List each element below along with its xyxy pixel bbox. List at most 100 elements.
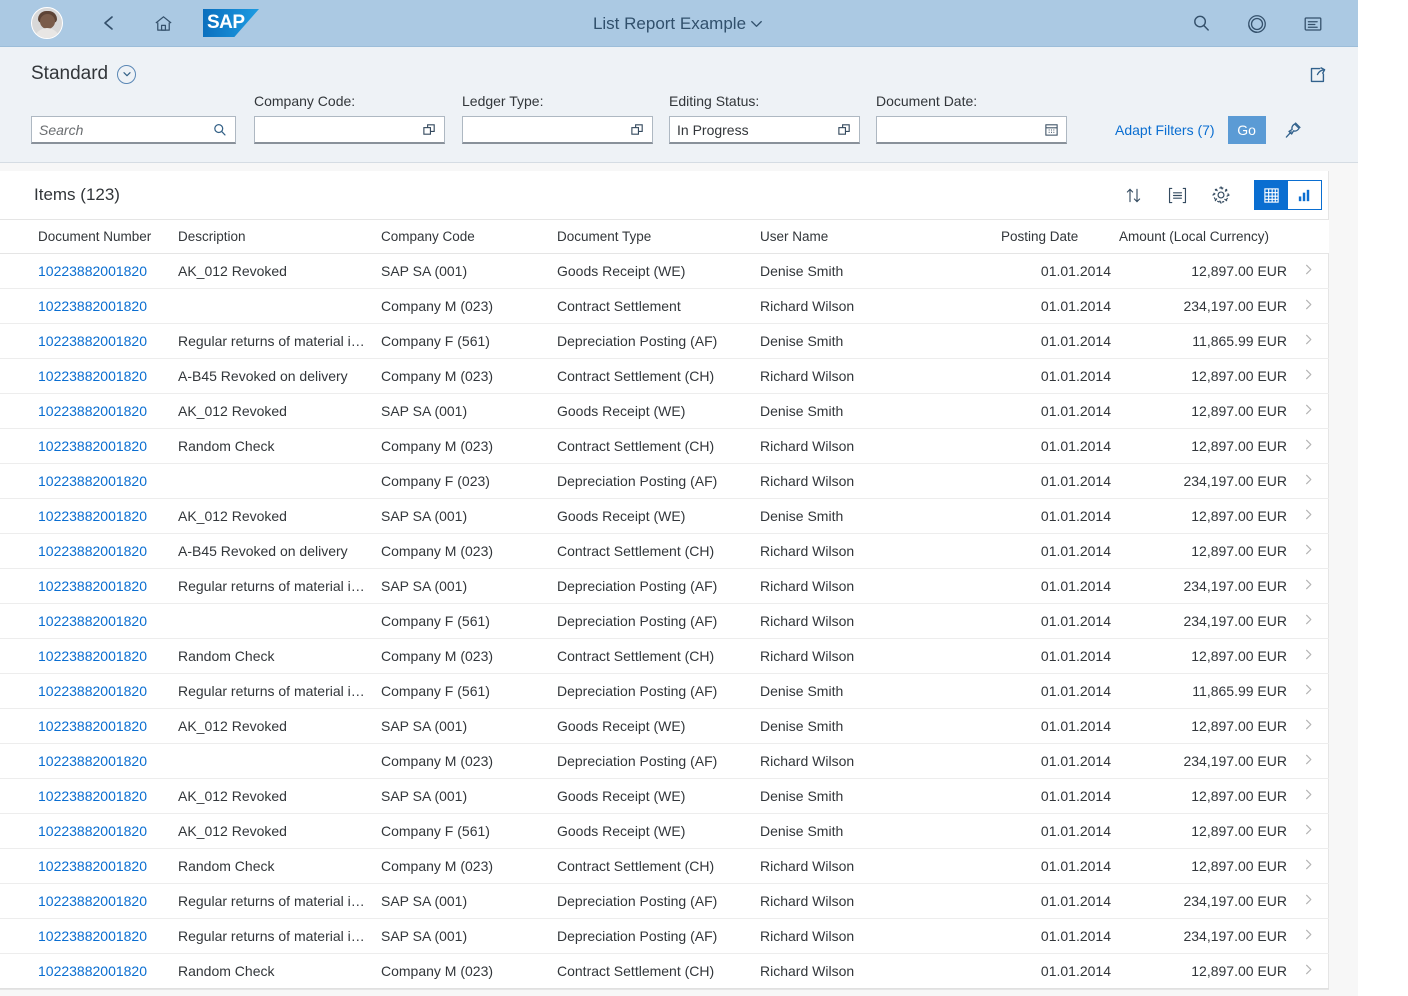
table-row[interactable]: 10223882001820 Regular returns of materia… [0,918,1329,954]
cell-navigation [1295,848,1329,884]
table-row[interactable]: 10223882001820 Random Check Company M (023… [0,428,1329,464]
document-number-link[interactable]: 10223882001820 [38,613,147,629]
chevron-right-icon[interactable] [1302,438,1315,451]
chevron-right-icon[interactable] [1302,613,1315,626]
column-header-amount[interactable]: Amount (Local Currency) [1119,219,1295,254]
value-help-icon[interactable] [422,122,437,137]
chevron-right-icon[interactable] [1302,928,1315,941]
search-icon[interactable] [1185,8,1217,40]
editing-status-field[interactable]: In Progress [669,116,860,144]
avatar[interactable] [31,7,63,39]
chevron-right-icon[interactable] [1302,893,1315,906]
pin-icon[interactable] [1279,116,1307,144]
table-row[interactable]: 10223882001820 Regular returns of materia… [0,568,1329,604]
table-row[interactable]: 10223882001820 AK_012 Revoked SAP SA (001)… [0,708,1329,744]
table-row[interactable]: 10223882001820 Company M (023) Contract Se… [0,288,1329,324]
home-icon[interactable] [147,7,179,39]
chevron-right-icon[interactable] [1302,333,1315,346]
document-number-link[interactable]: 10223882001820 [38,683,147,699]
document-number-link[interactable]: 10223882001820 [38,648,147,664]
column-header-company-code[interactable]: Company Code [381,219,557,254]
sap-logo[interactable]: SAP [203,9,259,37]
document-date-field[interactable] [876,116,1067,144]
document-number-link[interactable]: 10223882001820 [38,263,147,279]
table-view-icon[interactable] [1255,181,1288,209]
table-row[interactable]: 10223882001820 AK_012 Revoked SAP SA (001)… [0,393,1329,429]
calendar-icon[interactable] [1044,122,1059,137]
column-header-posting-date[interactable]: Posting Date [1001,219,1119,254]
variant-title[interactable]: Standard [31,63,108,85]
chevron-right-icon[interactable] [1302,298,1315,311]
table-row[interactable]: 10223882001820 AK_012 Revoked SAP SA (001)… [0,778,1329,814]
chevron-right-icon[interactable] [1302,543,1315,556]
document-number-link[interactable]: 10223882001820 [38,438,147,454]
document-number-link[interactable]: 10223882001820 [38,928,147,944]
column-header-document-type[interactable]: Document Type [557,219,760,254]
chevron-right-icon[interactable] [1302,578,1315,591]
group-icon[interactable] [1164,182,1190,208]
table-row[interactable]: 10223882001820 A-B45 Revoked on delivery C… [0,358,1329,394]
column-header-document-number[interactable]: Document Number [0,219,178,254]
search-icon[interactable] [212,122,228,138]
chevron-right-icon[interactable] [1302,823,1315,836]
chevron-right-icon[interactable] [1302,858,1315,871]
sort-icon[interactable] [1120,182,1146,208]
chevron-right-icon[interactable] [1302,473,1315,486]
go-button[interactable]: Go [1227,116,1266,144]
document-number-link[interactable]: 10223882001820 [38,893,147,909]
document-number-link[interactable]: 10223882001820 [38,578,147,594]
search-input[interactable]: Search [31,116,236,144]
company-code-field[interactable] [254,116,445,144]
document-number-link[interactable]: 10223882001820 [38,368,147,384]
document-number-link[interactable]: 10223882001820 [38,403,147,419]
table-row[interactable]: 10223882001820 A-B45 Revoked on delivery C… [0,533,1329,569]
adapt-filters-button[interactable]: Adapt Filters (7) [1115,122,1215,138]
table-row[interactable]: 10223882001820 AK_012 Revoked SAP SA (001)… [0,498,1329,534]
document-number-link[interactable]: 10223882001820 [38,823,147,839]
table-row[interactable]: 10223882001820 Regular returns of materia… [0,673,1329,709]
table-row[interactable]: 10223882001820 AK_012 Revoked Company F (5… [0,813,1329,849]
table-row[interactable]: 10223882001820 Company M (023) Depreciatio… [0,743,1329,779]
table-row[interactable]: 10223882001820 Company F (561) Depreciatio… [0,603,1329,639]
table-row[interactable]: 10223882001820 Company F (023) Depreciatio… [0,463,1329,499]
document-number-link[interactable]: 10223882001820 [38,788,147,804]
document-number-link[interactable]: 10223882001820 [38,543,147,559]
table-row[interactable]: 10223882001820 Random Check Company M (023… [0,848,1329,884]
chevron-right-icon[interactable] [1302,648,1315,661]
document-number-link[interactable]: 10223882001820 [38,963,147,979]
chevron-right-icon[interactable] [1302,718,1315,731]
document-number-link[interactable]: 10223882001820 [38,508,147,524]
back-arrow-icon[interactable] [93,7,125,39]
document-number-link[interactable]: 10223882001820 [38,753,147,769]
column-header-user-name[interactable]: User Name [760,219,1001,254]
share-icon[interactable] [1303,61,1331,89]
table-row[interactable]: 10223882001820 AK_012 Revoked SAP SA (001)… [0,253,1329,289]
document-number-link[interactable]: 10223882001820 [38,298,147,314]
value-help-icon[interactable] [837,122,852,137]
document-number-link[interactable]: 10223882001820 [38,858,147,874]
chevron-right-icon[interactable] [1302,753,1315,766]
chevron-right-icon[interactable] [1302,683,1315,696]
chevron-right-icon[interactable] [1302,263,1315,276]
ledger-type-field[interactable] [462,116,653,144]
table-row[interactable]: 10223882001820 Regular returns of materia… [0,883,1329,919]
table-row[interactable]: 10223882001820 Random Check Company M (023… [0,638,1329,674]
document-number-link[interactable]: 10223882001820 [38,333,147,349]
chevron-right-icon[interactable] [1302,403,1315,416]
chevron-right-icon[interactable] [1302,963,1315,976]
document-number-link[interactable]: 10223882001820 [38,718,147,734]
column-header-description[interactable]: Description [178,219,381,254]
product-switch-icon[interactable] [1297,8,1329,40]
gear-icon[interactable] [1208,182,1234,208]
chevron-right-icon[interactable] [1302,508,1315,521]
copilot-icon[interactable] [1241,8,1273,40]
chart-view-icon[interactable] [1288,181,1321,209]
table-row[interactable]: 10223882001820 Random Check Company M (023… [0,953,1329,989]
chevron-right-icon[interactable] [1302,788,1315,801]
table-row[interactable]: 10223882001820 Regular returns of materia… [0,323,1329,359]
shell-title-button[interactable]: List Report Example [593,14,765,34]
document-number-link[interactable]: 10223882001820 [38,473,147,489]
chevron-down-icon[interactable] [117,64,137,84]
value-help-icon[interactable] [630,122,645,137]
chevron-right-icon[interactable] [1302,368,1315,381]
